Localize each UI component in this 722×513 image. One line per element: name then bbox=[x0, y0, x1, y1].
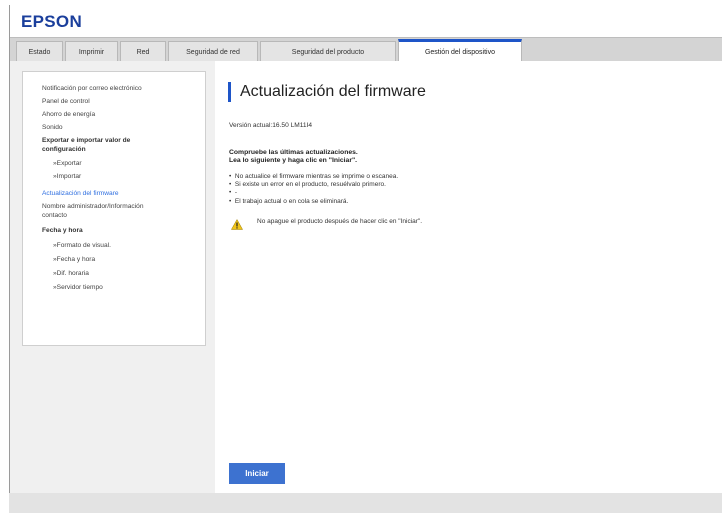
tab-seguridad-del-producto[interactable]: Seguridad del producto bbox=[260, 41, 396, 62]
header: EPSON bbox=[10, 5, 722, 37]
title-accent-bar bbox=[228, 82, 231, 102]
list-item: • - bbox=[229, 189, 238, 197]
start-button[interactable]: Iniciar bbox=[229, 463, 285, 484]
content-area: Notificación por correo electrónico Pane… bbox=[10, 61, 722, 493]
sidebar-heading-fecha-y-hora: Fecha y hora bbox=[42, 227, 83, 234]
instructions: Compruebe las últimas actualizaciones. L… bbox=[229, 149, 358, 165]
list-item: • Si existe un error en el producto, res… bbox=[229, 181, 386, 189]
sidebar-item-fecha-y-hora[interactable]: »Fecha y hora bbox=[53, 255, 95, 264]
sidebar-item-dif-horaria[interactable]: »Dif. horaria bbox=[53, 269, 89, 278]
tab-gestion-del-dispositivo[interactable]: Gestión del dispositivo bbox=[398, 39, 522, 62]
tab-bar: Estado Imprimir Red Seguridad de red Seg… bbox=[10, 37, 722, 62]
sidebar-item-notificacion-correo[interactable]: Notificación por correo electrónico bbox=[42, 84, 142, 93]
notes-list: • No actualice el firmware mientras se i… bbox=[229, 173, 398, 206]
footer-bar bbox=[9, 493, 722, 513]
sidebar-menu: Notificación por correo electrónico Pane… bbox=[22, 71, 206, 346]
instruction-line-2: Lea lo siguiente y haga clic en "Iniciar… bbox=[229, 157, 358, 164]
sidebar-item-importar[interactable]: »Importar bbox=[53, 172, 81, 181]
sidebar-item-ahorro-de-energia[interactable]: Ahorro de energía bbox=[42, 110, 95, 119]
page-title: Actualización del firmware bbox=[240, 83, 426, 100]
epson-logo: EPSON bbox=[21, 12, 83, 31]
note-text: Si existe un error en el producto, resué… bbox=[234, 181, 386, 189]
note-text: - bbox=[234, 189, 238, 197]
tab-imprimir[interactable]: Imprimir bbox=[65, 41, 118, 62]
warning-triangle-icon bbox=[231, 219, 243, 230]
sidebar-item-nombre-administrador[interactable]: Nombre administrador/Información bbox=[42, 202, 144, 211]
sidebar-heading-exportar-importar: Exportar e importar valor de bbox=[42, 137, 131, 144]
firmware-version: Versión actual:16.50 LM11I4 bbox=[229, 122, 313, 129]
tab-estado[interactable]: Estado bbox=[16, 41, 63, 62]
sidebar-heading-configuracion: configuración bbox=[42, 146, 86, 153]
warning-message: No apague el producto después de hacer c… bbox=[257, 218, 423, 225]
tab-red[interactable]: Red bbox=[120, 41, 166, 62]
list-item: • El trabajo actual o en cola se elimina… bbox=[229, 197, 349, 205]
sidebar-item-exportar[interactable]: »Exportar bbox=[53, 159, 82, 168]
sidebar-item-formato-de-visual[interactable]: »Formato de visual. bbox=[53, 241, 111, 250]
sidebar-item-sonido[interactable]: Sonido bbox=[42, 123, 63, 132]
note-text: El trabajo actual o en cola se eliminará… bbox=[234, 197, 349, 205]
note-text: No actualice el firmware mientras se imp… bbox=[234, 173, 399, 180]
sidebar-item-servidor-tiempo[interactable]: »Servidor tiempo bbox=[53, 283, 103, 292]
list-item: • No actualice el firmware mientras se i… bbox=[229, 173, 399, 180]
sidebar-item-contacto[interactable]: contacto bbox=[42, 211, 67, 220]
main-panel: Actualización del firmware Versión actua… bbox=[215, 61, 722, 493]
instruction-line-1: Compruebe las últimas actualizaciones. bbox=[229, 149, 358, 156]
sidebar-item-panel-de-control[interactable]: Panel de control bbox=[42, 97, 90, 106]
browser-page: EPSON Estado Imprimir Red Seguridad de r… bbox=[9, 5, 722, 493]
sidebar-item-actualizacion-firmware[interactable]: Actualización del firmware bbox=[42, 189, 119, 198]
tab-seguridad-de-red[interactable]: Seguridad de red bbox=[168, 41, 258, 62]
